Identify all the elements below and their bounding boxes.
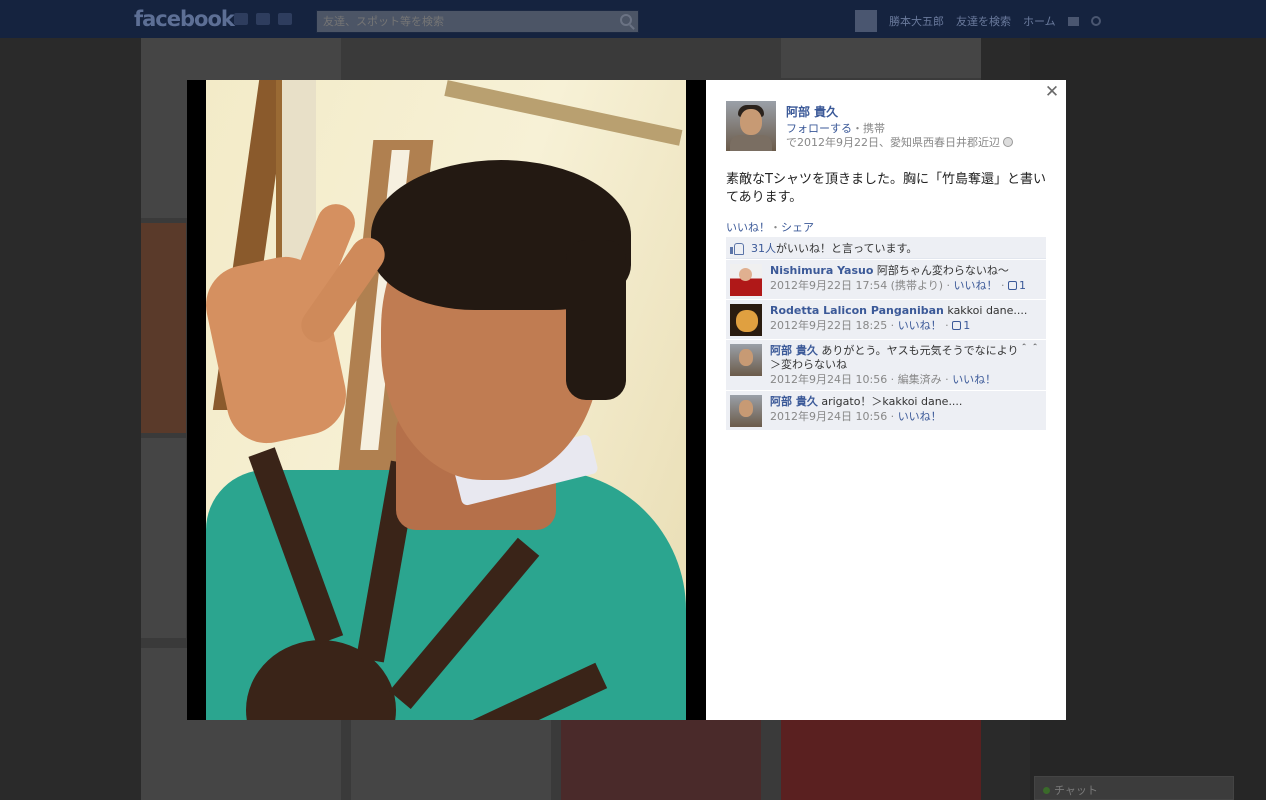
- post-caption: 素敵なTシャツを頂きました。胸に「竹島奪還」と書いてあります。: [726, 172, 1046, 205]
- commenter-avatar[interactable]: [730, 395, 762, 427]
- avatar-shirt: [730, 135, 772, 151]
- comment-body: Rodetta Lalicon Panganiban kakkoi dane..…: [770, 304, 1042, 336]
- top-bar: facebook 勝本大五郎 友達を検索 ホーム: [0, 0, 1266, 38]
- commenter-name[interactable]: Rodetta Lalicon Panganiban: [770, 304, 944, 317]
- comment-like-link[interactable]: いいね！: [952, 373, 996, 386]
- commenter-name[interactable]: 阿部 貴久: [770, 395, 818, 408]
- notification-icons: [234, 13, 292, 25]
- commenter-avatar[interactable]: [730, 344, 762, 376]
- search-icon[interactable]: [620, 14, 632, 26]
- comment-meta: 2012年9月22日 17:54 (携帯より) · いいね！ · 1: [770, 279, 1027, 292]
- photo-theater: ✕ 阿部 貴久 フォローする・携帯 で2012年9月22日、愛知県西春日井郡近辺…: [187, 80, 1066, 720]
- avatar-face: [740, 109, 762, 135]
- comment-like-link[interactable]: いいね！: [898, 410, 942, 423]
- comment-time[interactable]: 2012年9月22日 17:54 (携帯より): [770, 279, 943, 292]
- comment-body: 阿部 貴久 ありがとう。ヤスも元気そうでなにより＾＾＞変わらないね 2012年9…: [770, 344, 1042, 387]
- comment-meta: 2012年9月22日 18:25 · いいね！ · 1: [770, 319, 971, 332]
- photo[interactable]: [206, 80, 686, 720]
- likes-text: がいいね！と言っています。: [776, 241, 918, 255]
- separator: ・: [770, 221, 781, 234]
- close-icon[interactable]: ✕: [1044, 84, 1060, 101]
- like-link[interactable]: いいね！: [726, 221, 770, 234]
- thumbs-up-icon: [1008, 281, 1018, 290]
- comment: Nishimura Yasuo 阿部ちゃん変わらないね〜 2012年9月22日 …: [726, 259, 1046, 299]
- background-tile: [781, 38, 981, 78]
- nav-find-friends[interactable]: 友達を検索: [956, 13, 1011, 29]
- comment-time[interactable]: 2012年9月22日 18:25: [770, 319, 887, 332]
- thumbs-up-icon: [952, 321, 962, 330]
- background-tile: [141, 438, 186, 638]
- post-date-location-text[interactable]: で2012年9月22日、愛知県西春日井郡近辺: [786, 136, 1000, 149]
- facebook-logo[interactable]: facebook: [134, 7, 235, 31]
- search-box: [316, 10, 639, 33]
- comment-like-count[interactable]: 1: [1019, 279, 1026, 292]
- post-author: 阿部 貴久 フォローする・携帯 で2012年9月22日、愛知県西春日井郡近辺: [726, 101, 1046, 151]
- search-input[interactable]: [317, 11, 612, 32]
- comment-like-count[interactable]: 1: [963, 319, 970, 332]
- photo-hair: [566, 240, 626, 400]
- user-avatar[interactable]: [855, 10, 877, 32]
- feedback-box: 31人 がいいね！と言っています。 Nishimura Yasuo 阿部ちゃん変…: [726, 237, 1046, 430]
- likes-count[interactable]: 31人: [751, 240, 776, 256]
- thumbs-up-icon: [730, 242, 744, 255]
- privacy-icon[interactable]: [1067, 16, 1079, 26]
- comment-meta: 2012年9月24日 10:56 · 編集済み · いいね！: [770, 373, 997, 386]
- comment-meta: 2012年9月24日 10:56 · いいね！: [770, 410, 942, 423]
- messages-icon[interactable]: [256, 13, 270, 25]
- comment-edited[interactable]: 編集済み: [898, 373, 942, 386]
- commenter-name[interactable]: Nishimura Yasuo: [770, 264, 873, 277]
- commenter-avatar[interactable]: [730, 304, 762, 336]
- commenter-name[interactable]: 阿部 貴久: [770, 344, 818, 357]
- share-link[interactable]: シェア: [781, 221, 814, 234]
- notifications-icon[interactable]: [278, 13, 292, 25]
- chat-bar[interactable]: チャット: [1034, 776, 1234, 800]
- nav-home[interactable]: ホーム: [1023, 13, 1056, 29]
- comment: Rodetta Lalicon Panganiban kakkoi dane..…: [726, 299, 1046, 339]
- comment-text: arigato！＞kakkoi dane....: [821, 395, 963, 408]
- likes-summary: 31人 がいいね！と言っています。: [726, 237, 1046, 259]
- comment-text: kakkoi dane....: [947, 304, 1028, 317]
- comment: 阿部 貴久 ありがとう。ヤスも元気そうでなにより＾＾＞変わらないね 2012年9…: [726, 339, 1046, 390]
- comment-like-link[interactable]: いいね！: [898, 319, 942, 332]
- globe-icon: [1003, 137, 1013, 147]
- chat-label: チャット: [1054, 784, 1098, 797]
- commenter-avatar[interactable]: [730, 264, 762, 296]
- photo-sidebar: ✕ 阿部 貴久 フォローする・携帯 で2012年9月22日、愛知県西春日井郡近辺…: [706, 80, 1066, 720]
- nav-user-name[interactable]: 勝本大五郎: [889, 13, 944, 29]
- author-name[interactable]: 阿部 貴久: [786, 103, 838, 120]
- gear-icon[interactable]: [1090, 16, 1101, 26]
- friend-requests-icon[interactable]: [234, 13, 248, 25]
- comment-text: 阿部ちゃん変わらないね〜: [876, 264, 1009, 277]
- comment-time[interactable]: 2012年9月24日 10:56: [770, 410, 887, 423]
- top-nav: 勝本大五郎 友達を検索 ホーム: [855, 10, 1101, 32]
- comment-time[interactable]: 2012年9月24日 10:56: [770, 373, 887, 386]
- comment-body: Nishimura Yasuo 阿部ちゃん変わらないね〜 2012年9月22日 …: [770, 264, 1042, 296]
- online-dot-icon: [1043, 787, 1050, 794]
- background-tile: [141, 223, 186, 433]
- post-date-location: で2012年9月22日、愛知県西春日井郡近辺: [786, 134, 1013, 150]
- comment-like-link[interactable]: いいね！: [954, 279, 998, 292]
- comment-body: 阿部 貴久 arigato！＞kakkoi dane.... 2012年9月24…: [770, 395, 1042, 427]
- post-actions: いいね！・シェア: [726, 219, 814, 235]
- comment: 阿部 貴久 arigato！＞kakkoi dane.... 2012年9月24…: [726, 390, 1046, 430]
- author-avatar[interactable]: [726, 101, 776, 151]
